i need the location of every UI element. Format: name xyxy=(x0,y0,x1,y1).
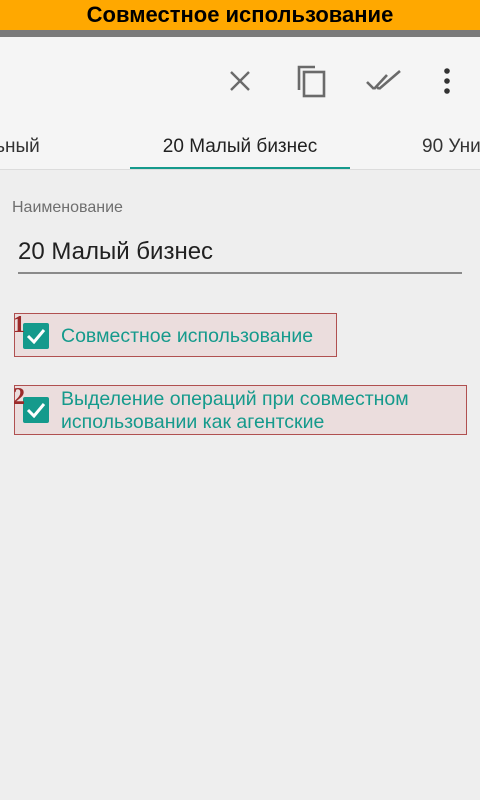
tab-small-business[interactable]: 20 Малый бизнес xyxy=(130,121,350,169)
annotation-marker-2: 2 xyxy=(13,384,25,410)
shared-use-label: Совместное использование xyxy=(61,325,314,347)
checkmark-icon xyxy=(26,329,46,344)
copy-icon xyxy=(297,65,326,98)
tab-previous[interactable]: льный xyxy=(0,121,40,169)
tab-bar: льный 20 Малый бизнес 90 Уни xyxy=(0,121,480,170)
banner-title: Совместное использование xyxy=(86,2,394,27)
close-icon xyxy=(230,71,250,91)
tab-next[interactable]: 90 Уни xyxy=(422,121,480,169)
done-all-icon xyxy=(366,70,401,90)
agent-operations-checkbox-row[interactable]: Выделение операций при совместном исполь… xyxy=(14,385,467,435)
copy-button[interactable] xyxy=(291,61,331,101)
shared-use-checkbox-row[interactable]: Совместное использование xyxy=(14,313,337,357)
agent-operations-checkbox[interactable] xyxy=(23,397,49,423)
name-field-label: Наименование xyxy=(12,199,123,216)
app-toolbar xyxy=(0,37,480,121)
more-options-button[interactable] xyxy=(427,61,467,101)
close-button[interactable] xyxy=(220,61,260,101)
more-vert-icon xyxy=(444,68,450,94)
checkmark-icon xyxy=(26,403,46,418)
annotation-marker-1: 1 xyxy=(13,312,25,338)
shared-use-checkbox[interactable] xyxy=(23,323,49,349)
agent-operations-label: Выделение операций при совместном исполь… xyxy=(61,388,409,433)
save-all-button[interactable] xyxy=(364,61,404,101)
name-input[interactable] xyxy=(18,236,462,274)
banner-divider xyxy=(0,30,480,37)
active-tab-indicator xyxy=(130,167,350,169)
tutorial-banner: Совместное использование xyxy=(0,0,480,30)
